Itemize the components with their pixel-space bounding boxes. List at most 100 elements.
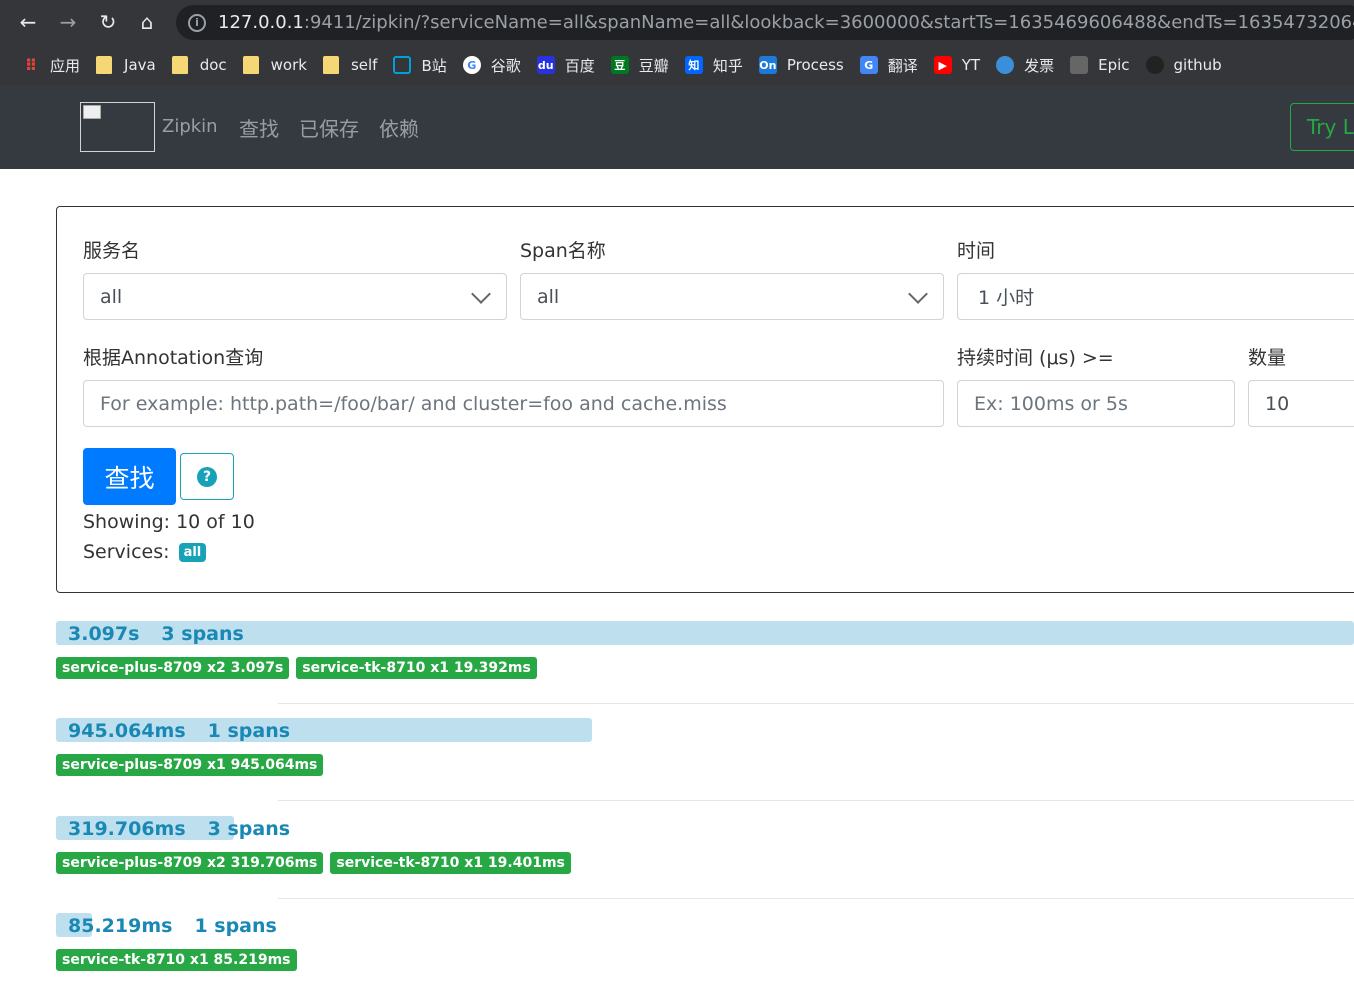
trace-divider [278, 800, 1354, 801]
showing-count: Showing: 10 of 10 [83, 511, 255, 533]
bookmark-发票[interactable]: 发票 [988, 50, 1062, 80]
try-lens-button[interactable]: Try Le [1290, 103, 1354, 151]
duration-placeholder: Ex: 100ms or 5s [974, 392, 1128, 415]
limit-input[interactable]: 10 [1248, 380, 1354, 427]
trace-divider [278, 703, 1354, 704]
trace-span-count: 1 spans [207, 720, 291, 742]
search-form-card: 服务名 all Span名称 all 时间 1 小时 根据Annotation查… [56, 206, 1354, 593]
bookmark-谷歌[interactable]: G 谷歌 [455, 50, 529, 80]
service-tag-badge: service-plus-8709 x1 945.064ms [56, 754, 324, 776]
home-icon[interactable]: ⌂ [131, 6, 163, 38]
trace-service-tags: service-tk-8710 x1 85.219ms [56, 949, 297, 971]
bookmark-label: Epic [1098, 56, 1130, 74]
epic-icon [1070, 56, 1089, 74]
trace-duration: 3.097s [68, 623, 140, 645]
time-select[interactable]: 1 小时 [957, 273, 1354, 320]
time-label: 时间 [957, 240, 996, 262]
folder-icon [171, 56, 188, 74]
help-button[interactable]: ? [180, 453, 234, 500]
google-icon: G [462, 56, 481, 74]
service-name-label: 服务名 [83, 240, 141, 262]
browser-toolbar: ← → ↻ ⌂ i 127.0.0.1:9411/zipkin/?service… [0, 0, 1354, 45]
trace-row[interactable]: 3.097s 3 spans service-plus-8709 x2 3.097s… [56, 621, 1354, 711]
trace-row[interactable]: 85.219ms 1 spans service-tk-8710 x1 85.219… [56, 913, 1354, 1003]
annotation-query-label: 根据Annotation查询 [83, 347, 264, 369]
trace-row[interactable]: 945.064ms 1 spans service-plus-8709 x1 945… [56, 718, 1354, 808]
bookmark-知乎[interactable]: 知知乎 [677, 50, 751, 80]
url-host: 127.0.0.1 [218, 12, 304, 33]
question-mark-icon: ? [197, 466, 217, 487]
service-badge-all[interactable]: all [178, 543, 207, 562]
bookmark-label: self [350, 56, 378, 74]
apps-grid-icon: ⠿ [24, 55, 38, 75]
trace-header: 3.097s 3 spans [68, 623, 244, 645]
bookmark-label: 百度 [564, 56, 595, 75]
bookmark-label: github [1173, 56, 1222, 74]
site-info-icon[interactable]: i [188, 13, 206, 32]
service-name-select[interactable]: all [83, 273, 507, 320]
bookmark-process[interactable]: On Process [751, 50, 852, 80]
search-button[interactable]: 查找 [83, 448, 176, 505]
service-tag-badge: service-tk-8710 x1 19.401ms [330, 852, 571, 874]
trace-header: 945.064ms 1 spans [68, 720, 290, 742]
services-line: Services: all [83, 541, 207, 563]
bookmark-github[interactable]: github [1138, 50, 1230, 80]
trace-span-count: 3 spans [207, 818, 291, 840]
span-name-value: all [537, 285, 560, 308]
address-bar[interactable]: i 127.0.0.1:9411/zipkin/?serviceName=all… [176, 5, 1354, 40]
service-tag-badge: service-plus-8709 x2 3.097s [56, 657, 290, 679]
bookmark-豆瓣[interactable]: 豆豆瓣 [603, 50, 677, 80]
annotation-query-input[interactable]: For example: http.path=/foo/bar/ and clu… [83, 380, 944, 427]
folder-icon [322, 56, 339, 74]
bookmark-self[interactable]: self [315, 50, 386, 80]
nav-link-saved[interactable]: 已保存 [299, 113, 359, 142]
bookmark-epic[interactable]: Epic [1062, 50, 1137, 80]
bookmark-label: doc [199, 56, 227, 74]
bookmark-doc[interactable]: doc [164, 50, 235, 80]
trace-row[interactable]: 319.706ms 3 spans service-plus-8709 x2 319… [56, 816, 1354, 906]
bookmark-label: 谷歌 [490, 56, 521, 75]
span-name-select[interactable]: all [520, 273, 944, 320]
back-arrow-icon[interactable]: ← [12, 6, 44, 38]
brand-name[interactable]: Zipkin [162, 116, 218, 137]
zhihu-icon: 知 [684, 56, 703, 74]
bookmark-label: Java [124, 56, 156, 74]
bookmark-yt[interactable]: ▶ YT [926, 50, 988, 80]
trace-service-tags: service-plus-8709 x1 945.064ms [56, 754, 324, 776]
github-icon [1145, 56, 1164, 74]
trace-header: 319.706ms 3 spans [68, 818, 290, 840]
bookmark-翻译[interactable]: G 翻译 [852, 50, 926, 80]
service-name-value: all [100, 285, 123, 308]
limit-label: 数量 [1248, 347, 1287, 369]
trace-header: 85.219ms 1 spans [68, 915, 277, 937]
zipkin-logo[interactable] [80, 102, 155, 152]
reload-icon[interactable]: ↻ [92, 6, 124, 38]
service-tag-badge: service-plus-8709 x2 319.706ms [56, 852, 324, 874]
trace-duration-bar [56, 621, 1354, 645]
span-name-label: Span名称 [520, 240, 606, 262]
bookmark-label: 豆瓣 [638, 56, 669, 75]
forward-arrow-icon[interactable]: → [52, 6, 84, 38]
bookmark-应用[interactable]: ⠿ 应用 [14, 50, 88, 80]
limit-value: 10 [1265, 392, 1290, 415]
bookmark-百度[interactable]: du 百度 [529, 50, 603, 80]
broken-image-icon [83, 105, 101, 119]
invoice-icon [996, 56, 1015, 74]
nav-link-find[interactable]: 查找 [239, 113, 279, 142]
annotation-query-placeholder: For example: http.path=/foo/bar/ and clu… [100, 392, 727, 415]
bookmark-b站[interactable]: B站 [385, 50, 454, 80]
duration-input[interactable]: Ex: 100ms or 5s [957, 380, 1235, 427]
nav-link-dependencies[interactable]: 依赖 [379, 113, 419, 142]
translate-icon: G [859, 56, 878, 74]
trace-divider [278, 898, 1354, 899]
service-tag-badge: service-tk-8710 x1 85.219ms [56, 949, 297, 971]
bookmark-java[interactable]: Java [88, 50, 164, 80]
chevron-down-icon [908, 284, 928, 304]
bookmark-work[interactable]: work [235, 50, 315, 80]
bookmark-label: 应用 [50, 56, 81, 75]
bookmark-label: 知乎 [712, 56, 743, 75]
duration-label: 持续时间 (μs) >= [957, 347, 1114, 369]
douban-icon: 豆 [610, 56, 629, 74]
youtube-icon: ▶ [933, 56, 952, 74]
services-label: Services: [83, 541, 170, 563]
